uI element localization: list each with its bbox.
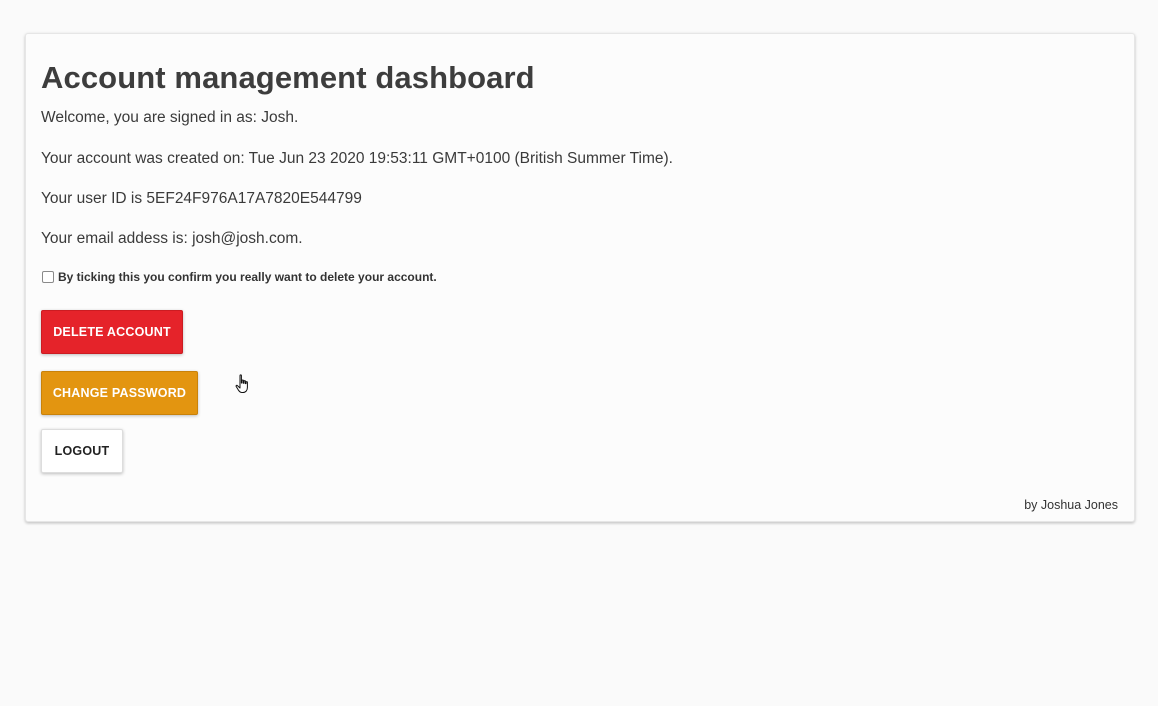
user-id-text: Your user ID is 5EF24F976A17A7820E544799 (41, 190, 362, 207)
welcome-text: Welcome, you are signed in as: Josh. (41, 109, 299, 126)
dashboard-card: Account management dashboard Welcome, yo… (25, 33, 1135, 522)
delete-confirm-row[interactable]: By ticking this you confirm you really w… (42, 270, 437, 284)
hand-pointer-icon (235, 374, 248, 393)
delete-confirm-label: By ticking this you confirm you really w… (58, 270, 437, 284)
footer-credit: by Joshua Jones (1024, 498, 1118, 512)
email-text: Your email addess is: josh@josh.com. (41, 230, 303, 247)
delete-account-button[interactable]: DELETE ACCOUNT (41, 310, 183, 354)
page-title: Account management dashboard (41, 60, 535, 95)
account-created-text: Your account was created on: Tue Jun 23 … (41, 150, 673, 167)
change-password-button[interactable]: CHANGE PASSWORD (41, 371, 198, 415)
logout-button[interactable]: LOGOUT (41, 429, 123, 473)
delete-confirm-checkbox[interactable] (42, 271, 54, 283)
